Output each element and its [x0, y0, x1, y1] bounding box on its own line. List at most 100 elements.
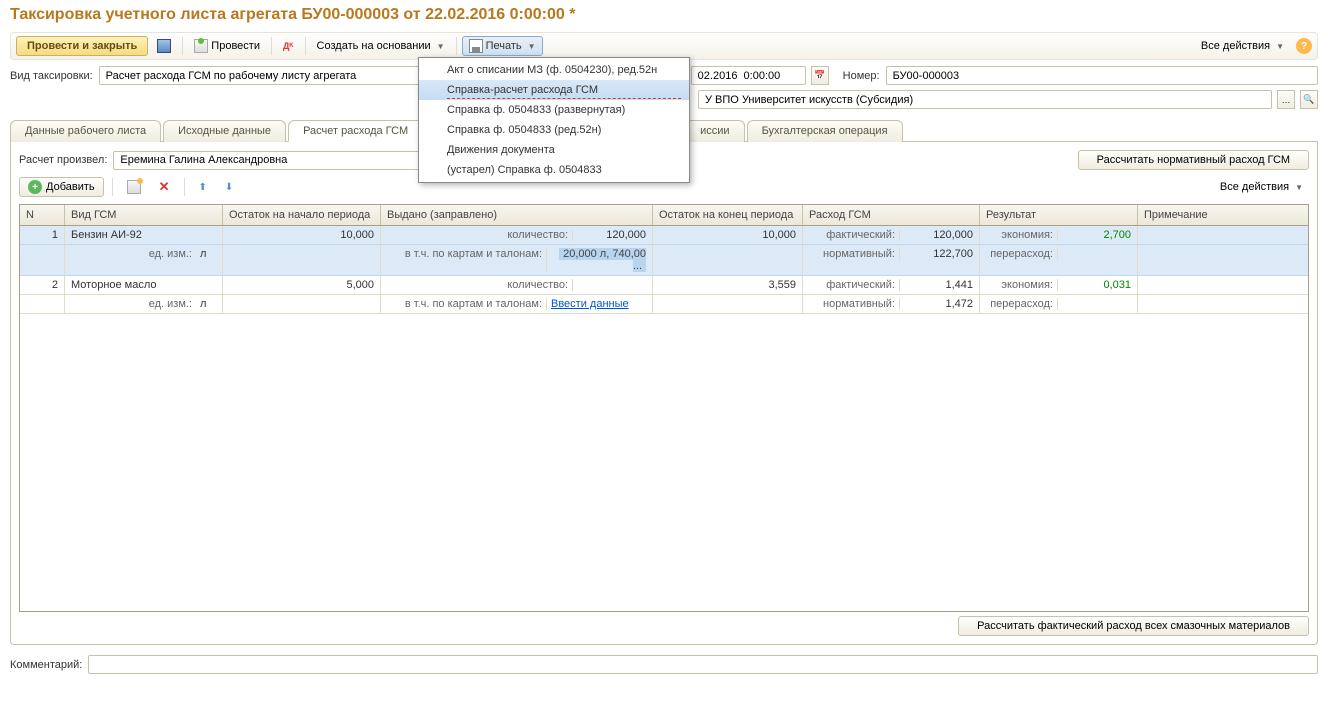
save-button[interactable] — [151, 36, 177, 56]
calc-by-input[interactable] — [113, 151, 423, 170]
post-button[interactable]: Провести — [188, 36, 266, 56]
debit-credit-button[interactable]: Дᴷ — [277, 38, 300, 54]
grid-body: 1 Бензин АИ-92 10,000 количество:120,000… — [20, 226, 1308, 611]
copy-button[interactable] — [121, 177, 147, 197]
post-icon — [194, 39, 208, 53]
plus-icon: + — [28, 180, 42, 194]
tab-content: Расчет произвел: Рассчитать нормативный … — [10, 142, 1318, 645]
move-down-button[interactable]: ⬇ — [219, 179, 239, 196]
menu-item-deprecated[interactable]: (устарел) Справка ф. 0504833 — [419, 160, 689, 180]
dropdown-arrow-icon: ▼ — [1276, 42, 1284, 51]
tab-fuel-calc[interactable]: Расчет расхода ГСМ — [288, 120, 423, 142]
post-and-close-button[interactable]: Провести и закрыть — [16, 36, 148, 56]
delete-icon: ✕ — [159, 179, 170, 195]
arrow-up-icon: ⬆ — [199, 182, 207, 193]
date-input[interactable] — [691, 66, 806, 85]
calendar-button[interactable]: 📅 — [811, 66, 829, 85]
enter-data-link[interactable]: Ввести данные — [546, 298, 646, 310]
cell-issued-qty: количество:120,000 — [381, 226, 653, 245]
print-dropdown-menu: Акт о списании МЗ (ф. 0504230), ред.52н … — [418, 57, 690, 183]
tab-source-data[interactable]: Исходные данные — [163, 120, 286, 142]
cell-note — [1138, 276, 1308, 295]
cell-actual: фактический:1,441 — [803, 276, 980, 295]
table-row[interactable]: ед. изм.:л в т.ч. по картам и талонам:Вв… — [20, 295, 1308, 314]
cell-overrun: перерасход: — [980, 245, 1138, 276]
create-based-button[interactable]: Создать на основании▼ — [311, 37, 451, 55]
col-result[interactable]: Результат — [980, 205, 1138, 225]
cell-unit: ед. изм.:л — [65, 295, 223, 314]
cell-unit: ед. изм.:л — [65, 245, 223, 276]
cell-economy: экономия:2,700 — [980, 226, 1138, 245]
tab-accounting[interactable]: Бухгалтерская операция — [747, 120, 903, 142]
separator — [305, 37, 306, 55]
cell-issued-qty: количество: — [381, 276, 653, 295]
cell-end: 3,559 — [653, 276, 803, 295]
menu-item-movements[interactable]: Движения документа — [419, 140, 689, 160]
menu-item-act[interactable]: Акт о списании МЗ (ф. 0504230), ред.52н — [419, 60, 689, 80]
table-row[interactable]: ед. изм.:л в т.ч. по картам и талонам:20… — [20, 245, 1308, 276]
cell-n — [20, 245, 65, 276]
col-end[interactable]: Остаток на конец периода — [653, 205, 803, 225]
col-start[interactable]: Остаток на начало периода — [223, 205, 381, 225]
fuel-grid: N Вид ГСМ Остаток на начало периода Выда… — [19, 204, 1309, 612]
move-up-button[interactable]: ⬆ — [193, 179, 213, 196]
table-row[interactable]: 2 Моторное масло 5,000 количество: 3,559… — [20, 276, 1308, 295]
dk-icon: Дᴷ — [283, 41, 294, 51]
cell-type: Моторное масло — [65, 276, 223, 295]
col-type[interactable]: Вид ГСМ — [65, 205, 223, 225]
print-button[interactable]: Печать ▼ — [462, 36, 543, 56]
tab-worksheet-data[interactable]: Данные рабочего листа — [10, 120, 161, 142]
all-actions-button[interactable]: Все действия▼ — [1195, 37, 1290, 55]
table-row[interactable]: 1 Бензин АИ-92 10,000 количество:120,000… — [20, 226, 1308, 245]
select-button[interactable]: … — [1277, 90, 1295, 109]
tax-type-label: Вид таксировки: — [10, 70, 93, 82]
cell-overrun: перерасход: — [980, 295, 1138, 314]
print-icon — [469, 39, 483, 53]
cell-n — [20, 295, 65, 314]
tab-commission[interactable]: иссии — [685, 120, 744, 142]
cell-type: Бензин АИ-92 — [65, 226, 223, 245]
separator — [184, 178, 185, 196]
cell-n: 1 — [20, 226, 65, 245]
cell-cards: в т.ч. по картам и талонам:Ввести данные — [381, 295, 653, 314]
grid-all-actions-button[interactable]: Все действия▼ — [1214, 178, 1309, 196]
col-note[interactable]: Примечание — [1138, 205, 1308, 225]
grid-header: N Вид ГСМ Остаток на начало периода Выда… — [20, 205, 1308, 226]
cell-start: 10,000 — [223, 226, 381, 245]
delete-button[interactable]: ✕ — [153, 176, 176, 198]
cell-end: 10,000 — [653, 226, 803, 245]
cell — [223, 245, 381, 276]
cell — [223, 295, 381, 314]
cell-note — [1138, 226, 1308, 245]
save-icon — [157, 39, 171, 53]
main-toolbar: Провести и закрыть Провести Дᴷ Создать н… — [10, 32, 1318, 60]
open-button[interactable]: 🔍 — [1300, 90, 1318, 109]
comment-input[interactable] — [88, 655, 1318, 674]
dropdown-arrow-icon: ▼ — [528, 42, 536, 51]
dropdown-arrow-icon: ▼ — [1295, 183, 1303, 192]
col-issued[interactable]: Выдано (заправлено) — [381, 205, 653, 225]
page-title: Таксировка учетного листа агрегата БУ00-… — [10, 6, 1318, 24]
add-button[interactable]: +Добавить — [19, 177, 104, 197]
cell — [653, 295, 803, 314]
cell-economy: экономия:0,031 — [980, 276, 1138, 295]
cell — [653, 245, 803, 276]
col-n[interactable]: N — [20, 205, 65, 225]
separator — [456, 37, 457, 55]
calc-norm-button[interactable]: Рассчитать нормативный расход ГСМ — [1078, 150, 1309, 170]
org-input[interactable] — [698, 90, 1272, 109]
copy-icon — [127, 180, 141, 194]
calc-by-label: Расчет произвел: — [19, 154, 107, 166]
col-consume[interactable]: Расход ГСМ — [803, 205, 980, 225]
menu-item-spravka-full[interactable]: Справка ф. 0504833 (развернутая) — [419, 100, 689, 120]
number-input[interactable] — [886, 66, 1318, 85]
separator — [112, 178, 113, 196]
help-icon[interactable]: ? — [1296, 38, 1312, 54]
comment-label: Комментарий: — [10, 659, 82, 671]
menu-item-spravka-52n[interactable]: Справка ф. 0504833 (ред.52н) — [419, 120, 689, 140]
menu-item-spravka-raschet[interactable]: Справка-расчет расхода ГСМ — [419, 80, 689, 100]
cell-actual: фактический:120,000 — [803, 226, 980, 245]
arrow-down-icon: ⬇ — [225, 182, 233, 193]
calc-actual-all-button[interactable]: Рассчитать фактический расход всех смазо… — [958, 616, 1309, 636]
comment-row: Комментарий: — [10, 655, 1318, 674]
